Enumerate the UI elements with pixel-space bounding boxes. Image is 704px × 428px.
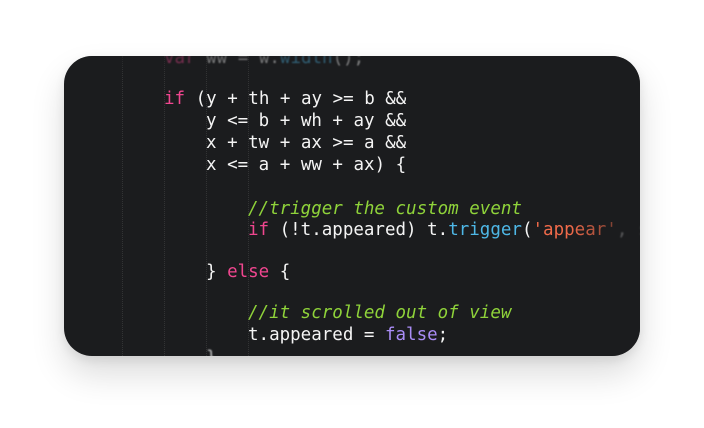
- code-block: var ww = w.width(); if (y + th + ay >= b…: [64, 56, 640, 356]
- function-name: trigger: [448, 220, 522, 240]
- code-text: {: [269, 262, 291, 282]
- boolean-literal: false: [384, 325, 438, 345]
- code-text: (y + th + ay >= b &&: [185, 89, 407, 109]
- code-text: }: [206, 262, 228, 282]
- code-line-5: //trigger the custom event: [248, 199, 522, 220]
- code-text: x <= a + ww + ax) {: [206, 155, 407, 175]
- code-text: , settin: [616, 220, 640, 240]
- keyword: if: [164, 89, 186, 109]
- code-text: t.appeared =: [248, 325, 385, 345]
- code-line-4: x <= a + ww + ax) {: [206, 155, 406, 176]
- code-text: y <= b + wh + ay &&: [206, 111, 407, 131]
- code-text: (: [521, 220, 533, 240]
- keyword: var: [164, 56, 196, 68]
- code-line-3: x + tw + ax >= a &&: [206, 133, 406, 154]
- comment: //it scrolled out of view: [248, 303, 512, 323]
- string-literal: 'appear': [532, 220, 617, 240]
- code-line-9: t.appeared = false;: [248, 325, 448, 346]
- code-line-0: var ww = w.width();: [164, 56, 364, 69]
- code-text: }: [206, 348, 217, 356]
- keyword: else: [227, 262, 270, 282]
- code-line-10: }: [206, 348, 217, 356]
- code-text: ;: [437, 325, 449, 345]
- code-editor-panel: var ww = w.width(); if (y + th + ay >= b…: [64, 56, 640, 356]
- screenshot-stage: var ww = w.width(); if (y + th + ay >= b…: [0, 0, 704, 428]
- code-line-7: } else {: [206, 262, 290, 283]
- code-line-8: //it scrolled out of view: [248, 303, 511, 324]
- code-text: x + tw + ax >= a &&: [206, 133, 407, 153]
- code-text: ww = w.: [195, 56, 280, 68]
- code-line-6: if (!t.appeared) t.trigger('appear', set…: [248, 220, 640, 241]
- code-line-1: if (y + th + ay >= b &&: [164, 89, 406, 110]
- function-name: width: [279, 56, 333, 68]
- code-text: (!t.appeared) t.: [269, 220, 449, 240]
- keyword: if: [248, 220, 270, 240]
- comment: //trigger the custom event: [248, 199, 522, 219]
- code-line-2: y <= b + wh + ay &&: [206, 111, 406, 132]
- code-text: ();: [332, 56, 365, 68]
